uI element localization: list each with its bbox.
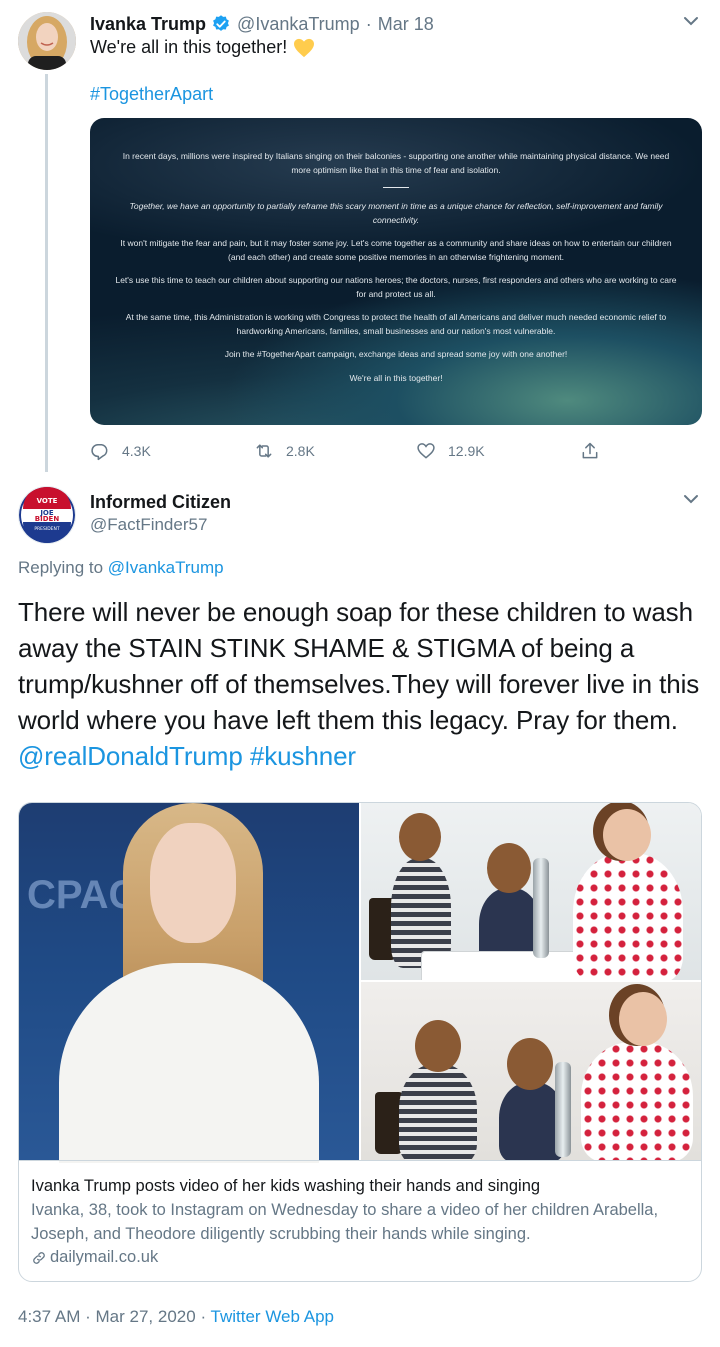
chevron-down-icon[interactable] bbox=[680, 12, 702, 30]
tweet1-text: We're all in this together! bbox=[90, 37, 288, 57]
kid-head bbox=[399, 813, 441, 861]
photo-white-dress bbox=[59, 963, 319, 1163]
tweet1-hashtag-link[interactable]: #TogetherApart bbox=[90, 84, 213, 105]
avatar-biden-text: BIDEN bbox=[35, 515, 60, 523]
verified-badge-icon bbox=[213, 15, 229, 31]
card-title: Ivanka Trump posts video of her kids was… bbox=[31, 1177, 541, 1195]
girl-heart-shirt bbox=[581, 1042, 693, 1160]
tweet-source-link[interactable]: Twitter Web App bbox=[211, 1307, 334, 1326]
faucet bbox=[533, 858, 549, 958]
kid-head bbox=[415, 1020, 461, 1072]
kid-head bbox=[603, 809, 651, 861]
avatar-vote-text: VOTE bbox=[37, 497, 58, 505]
footer-separator-2: · bbox=[200, 1307, 207, 1326]
hashtag-link[interactable]: #kushner bbox=[250, 741, 356, 771]
tweet1-dot-separator: · bbox=[365, 13, 372, 34]
avatar-informed-citizen[interactable]: VOTE JOE BIDEN PRESIDENT bbox=[18, 486, 76, 544]
statement-paragraph-7: We're all in this together! bbox=[349, 372, 443, 383]
footer-separator: · bbox=[85, 1307, 91, 1326]
share-button[interactable] bbox=[580, 441, 612, 461]
statement-paragraph-1: In recent days, millions were inspired b… bbox=[122, 151, 670, 175]
retweet-count: 2.8K bbox=[286, 443, 315, 459]
yellow-heart-icon bbox=[294, 38, 315, 57]
replying-to-mention[interactable]: @IvankaTrump bbox=[108, 558, 224, 577]
tweet1-author-name[interactable]: Ivanka Trump bbox=[90, 14, 206, 35]
kid-head bbox=[507, 1038, 553, 1090]
faucet bbox=[555, 1062, 571, 1157]
girl-heart-shirt bbox=[573, 853, 683, 980]
reply-button[interactable]: 4.3K bbox=[90, 441, 151, 461]
like-icon bbox=[417, 443, 435, 459]
kid-head bbox=[619, 992, 667, 1046]
statement-paragraph-5: At the same time, this Administration is… bbox=[125, 312, 667, 336]
statement-paragraph-3: It won't mitigate the fear and pain, but… bbox=[120, 238, 672, 262]
tweet1-action-bar: 4.3K 2.8K 12.9K bbox=[90, 438, 630, 464]
statement-text-block: In recent days, millions were inspired b… bbox=[112, 150, 680, 395]
statement-paragraph-6: Join the #TogetherApart campaign, exchan… bbox=[224, 349, 568, 359]
replying-to-line: Replying to @IvankaTrump bbox=[18, 558, 224, 578]
tweet2-author-name[interactable]: Informed Citizen bbox=[90, 492, 231, 513]
tweet2-time[interactable]: 4:37 AM bbox=[18, 1307, 80, 1326]
kid-head bbox=[487, 843, 531, 893]
like-button[interactable]: 12.9K bbox=[416, 441, 485, 461]
reply-count: 4.3K bbox=[122, 443, 151, 459]
tweet2-footer: 4:37 AM · Mar 27, 2020 · Twitter Web App bbox=[18, 1307, 334, 1327]
mention-link[interactable]: @realDonaldTrump bbox=[18, 741, 243, 771]
link-card[interactable]: CPAC Ivanka Trump posts video of her kid… bbox=[18, 802, 702, 1282]
card-domain-row: dailymail.co.uk bbox=[31, 1248, 691, 1267]
tweet1-handle[interactable]: @IvankaTrump bbox=[237, 14, 360, 35]
tweet1-date[interactable]: Mar 18 bbox=[378, 14, 434, 35]
card-photo-kids-bottom bbox=[361, 982, 701, 1160]
tweet1-text-row: We're all in this together! bbox=[90, 37, 315, 58]
chevron-down-icon[interactable] bbox=[680, 490, 702, 508]
statement-paragraph-2: Together, we have an opportunity to part… bbox=[129, 201, 663, 225]
card-domain: dailymail.co.uk bbox=[50, 1248, 159, 1266]
tweet1-header: Ivanka Trump @IvankaTrump · Mar 18 bbox=[90, 12, 434, 36]
avatar-president-text: PRESIDENT bbox=[34, 526, 60, 532]
stage-logo-text: CPAC bbox=[27, 873, 138, 917]
avatar-portrait-icon bbox=[18, 12, 76, 70]
card-photo-ivanka: CPAC bbox=[19, 803, 359, 1163]
tweet2-date[interactable]: Mar 27, 2020 bbox=[96, 1307, 196, 1326]
tweet2-handle[interactable]: @FactFinder57 bbox=[90, 515, 207, 535]
card-text-block: Ivanka Trump posts video of her kids was… bbox=[19, 1160, 701, 1281]
kid-striped-shirt bbox=[399, 1064, 477, 1160]
link-icon bbox=[33, 1251, 45, 1264]
tweet2-text: There will never be enough soap for thes… bbox=[18, 594, 708, 774]
replying-prefix: Replying to bbox=[18, 558, 104, 577]
tweet1-statement-image[interactable]: In recent days, millions were inspired b… bbox=[90, 118, 702, 425]
photo-face bbox=[150, 823, 236, 943]
reply-icon bbox=[91, 444, 108, 461]
biden-button-avatar-icon: VOTE JOE BIDEN PRESIDENT bbox=[19, 487, 75, 543]
tweet2-body: There will never be enough soap for thes… bbox=[18, 597, 700, 735]
thread-line bbox=[45, 74, 48, 472]
like-count: 12.9K bbox=[448, 443, 485, 459]
avatar-ivanka[interactable] bbox=[18, 12, 76, 70]
card-description: Ivanka, 38, took to Instagram on Wednesd… bbox=[31, 1201, 659, 1243]
card-photo-kids-top bbox=[361, 803, 701, 980]
retweet-icon bbox=[256, 444, 272, 458]
statement-divider bbox=[383, 187, 409, 188]
statement-paragraph-4: Let's use this time to teach our childre… bbox=[115, 275, 677, 299]
share-icon bbox=[582, 442, 598, 459]
retweet-button[interactable]: 2.8K bbox=[254, 441, 315, 461]
